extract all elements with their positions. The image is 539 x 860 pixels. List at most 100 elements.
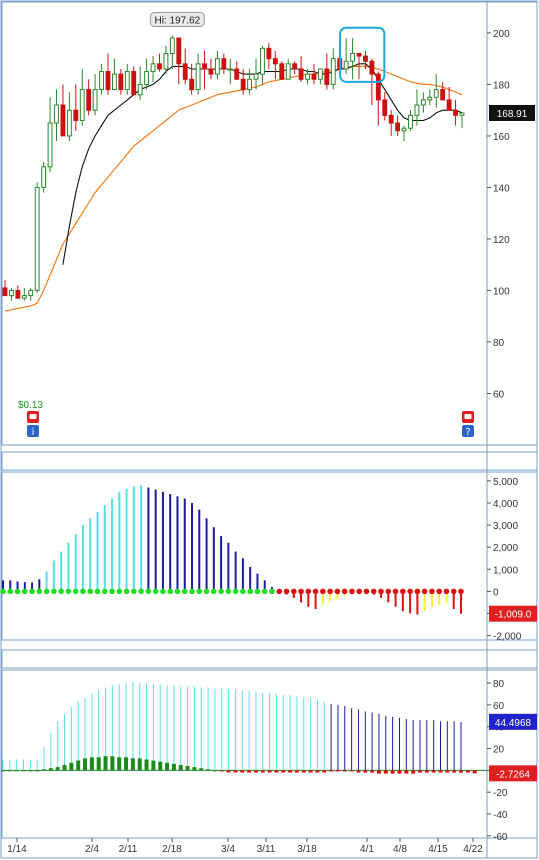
candle xyxy=(92,74,98,116)
osc1-zero-dot xyxy=(225,588,232,595)
osc1-zero-dot xyxy=(232,588,239,595)
osc2-hist-bar xyxy=(28,770,33,772)
candle-body xyxy=(157,63,162,70)
osc1-last-label: -1,009.0 xyxy=(495,610,532,621)
osc2-hist-bar xyxy=(124,757,129,771)
osc1-zero-dot xyxy=(203,588,210,595)
panel-header-strip xyxy=(1,451,538,471)
osc1-zero-dot xyxy=(290,588,297,595)
osc2-hist-bar xyxy=(260,770,265,773)
candle xyxy=(433,74,439,108)
osc2-hist-bar xyxy=(417,770,422,773)
osc1-zero-dot xyxy=(218,588,224,595)
y-tick-label: 80 xyxy=(493,679,505,690)
osc2-hist-bar xyxy=(185,766,190,771)
x-tick-label: 3/11 xyxy=(257,844,276,855)
candle xyxy=(311,63,317,85)
candle xyxy=(137,66,143,100)
osc2-hist-bar xyxy=(445,770,450,773)
osc2-hist-bar xyxy=(329,770,334,772)
candle-body xyxy=(298,68,304,80)
candle xyxy=(41,161,47,193)
candle-body xyxy=(388,114,394,124)
candle-body xyxy=(111,73,117,91)
panel-frame xyxy=(1,1,538,446)
osc1-zero-dot xyxy=(370,588,377,595)
candle xyxy=(266,43,272,69)
phone-icon-shape xyxy=(29,414,37,419)
x-tick-label: 3/18 xyxy=(297,844,317,855)
candle xyxy=(124,63,130,95)
candle xyxy=(317,68,323,85)
candle-body xyxy=(260,47,265,75)
candle xyxy=(440,81,446,101)
osc2-hist-bar xyxy=(438,770,443,773)
osc1-zero-dot xyxy=(94,588,101,595)
osc1-zero-dot xyxy=(43,588,50,595)
candle-body xyxy=(369,60,375,75)
candle-body xyxy=(163,53,169,70)
y-tick-label: 120 xyxy=(493,235,510,246)
candle-body xyxy=(195,63,201,91)
candle-body xyxy=(2,287,8,297)
candle-body xyxy=(414,104,420,116)
osc2-hist-bar xyxy=(117,757,122,771)
candle xyxy=(260,45,265,85)
candle-body xyxy=(433,89,439,98)
osc1-zero-dot xyxy=(443,588,450,595)
osc2-hist-bar xyxy=(219,770,224,772)
candle xyxy=(395,115,401,136)
candle xyxy=(2,280,8,297)
osc2-hist-bar xyxy=(62,764,67,771)
osc2-hist-bar xyxy=(431,770,436,773)
candle xyxy=(375,71,381,126)
osc1-zero-dot xyxy=(334,588,341,595)
sma-short-line xyxy=(62,63,463,265)
candle xyxy=(34,182,40,294)
x-tick-label: 2/18 xyxy=(162,844,182,855)
osc1-zero-dot xyxy=(196,588,203,595)
osc2-hist-bar xyxy=(349,770,354,772)
osc1-zero-dot xyxy=(123,588,130,595)
candle-body xyxy=(440,89,446,101)
osc1-zero-dot xyxy=(327,588,333,595)
osc1-zero-dot xyxy=(458,588,464,595)
osc2-signal-label: 44.4968 xyxy=(495,718,532,729)
osc2-hist-bar xyxy=(383,770,388,774)
x-tick-label: 2/11 xyxy=(119,844,138,855)
phone-icon xyxy=(27,411,39,423)
candle xyxy=(324,53,330,90)
osc1-zero-dot xyxy=(189,588,195,595)
candle-body xyxy=(305,73,310,80)
candle-body xyxy=(279,63,285,80)
osc1-zero-dot xyxy=(145,588,152,595)
y-tick-label: 5,000 xyxy=(493,477,518,488)
osc1-zero-dot xyxy=(363,588,370,595)
osc2-hist-bar xyxy=(424,770,429,773)
osc1-zero-dot xyxy=(14,588,21,595)
osc2-hist-bar xyxy=(397,770,402,774)
y-tick-label: 3,000 xyxy=(493,521,518,532)
osc2-hist-bar xyxy=(472,770,477,774)
osc1-zero-dot xyxy=(312,588,319,595)
candle xyxy=(272,50,278,80)
osc2-last-label: -2.7264 xyxy=(496,769,530,780)
candle xyxy=(99,63,104,95)
candle xyxy=(382,92,388,121)
osc1-zero-dot xyxy=(392,588,399,595)
osc2-hist-bar xyxy=(363,770,368,773)
y-tick-label: 0 xyxy=(493,587,499,598)
osc2-hist-bar xyxy=(42,769,47,771)
osc2-hist-bar xyxy=(21,770,26,772)
candle xyxy=(150,56,156,82)
candle xyxy=(459,112,465,129)
y-tick-label: 1,000 xyxy=(493,565,518,576)
osc2-hist-bar xyxy=(233,770,238,773)
candle xyxy=(221,53,227,75)
candle xyxy=(453,99,458,126)
osc2-hist-bar xyxy=(110,756,115,771)
candle xyxy=(111,58,117,91)
candle xyxy=(298,56,304,82)
candle-body xyxy=(330,58,336,85)
osc1-zero-dot xyxy=(152,588,159,595)
